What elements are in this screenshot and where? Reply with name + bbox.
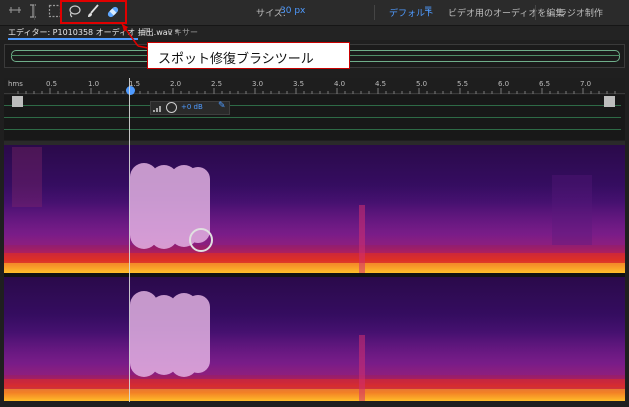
- ruler-tick-label: 2.0: [170, 80, 182, 88]
- toolbar: サイズ: 30 px デフォルト ≡ ビデオ用のオーディオを編集 ラジオ制作: [0, 0, 629, 26]
- ruler-tick-label: 7.0: [580, 80, 592, 88]
- waveform-view-icon[interactable]: [6, 3, 24, 21]
- ruler-tick-label: 4.5: [375, 80, 387, 88]
- pin-icon[interactable]: ✎: [218, 101, 228, 113]
- ruler-tick-label: 6.0: [498, 80, 510, 88]
- workspace-radio-production[interactable]: ラジオ制作: [558, 6, 603, 19]
- workspace-divider: [374, 5, 375, 20]
- workspace-edit-audio-to-video[interactable]: ビデオ用のオーディオを編集: [448, 6, 564, 19]
- time-selection-icon[interactable]: [24, 3, 42, 21]
- tool-callout: スポット修復ブラシツール: [147, 42, 350, 69]
- brush-cursor: [189, 228, 213, 252]
- tab-mixer[interactable]: ミキサー: [166, 27, 198, 38]
- ruler-tick-label: 2.5: [211, 80, 223, 88]
- workspace-divider: [535, 5, 536, 20]
- ruler-tick-label: 5.0: [416, 80, 428, 88]
- ruler-tick-label: 3.5: [293, 80, 305, 88]
- time-ruler[interactable]: hms 0.5 1.0 1.5 2.0 2.5 3.0 3.5 4.0 4.5 …: [4, 78, 625, 94]
- callout-pointer: [121, 23, 149, 49]
- brush-size-value[interactable]: 30 px: [280, 6, 305, 16]
- waveform-line: [4, 129, 621, 130]
- workspace-menu-icon[interactable]: ≡: [424, 4, 432, 15]
- level-bars-icon: [153, 106, 161, 112]
- ruler-tick-label: 6.5: [539, 80, 551, 88]
- ruler-unit: hms: [8, 80, 23, 88]
- ruler-tick-label: 5.5: [457, 80, 469, 88]
- ruler-tick-label: 1.0: [88, 80, 100, 88]
- gain-value[interactable]: +0 dB: [181, 103, 203, 111]
- ruler-ticks: [17, 88, 616, 94]
- callout-text: スポット修復ブラシツール: [158, 52, 314, 67]
- playhead-handle[interactable]: [126, 86, 135, 95]
- fade-in-handle[interactable]: [12, 96, 23, 107]
- tool-highlight-box: [60, 0, 127, 24]
- ruler-tick-label: 4.0: [334, 80, 346, 88]
- waveform-line: [4, 105, 621, 106]
- spectral-frequency-display[interactable]: [4, 145, 625, 401]
- ruler-tick-label: 3.0: [252, 80, 264, 88]
- waveform-line: [4, 117, 621, 118]
- toolbar-divider: [34, 4, 35, 20]
- ruler-tick-label: 0.5: [46, 80, 58, 88]
- playhead-line[interactable]: [129, 78, 130, 402]
- fade-out-handle[interactable]: [604, 96, 615, 107]
- volume-knob-icon[interactable]: [166, 102, 177, 113]
